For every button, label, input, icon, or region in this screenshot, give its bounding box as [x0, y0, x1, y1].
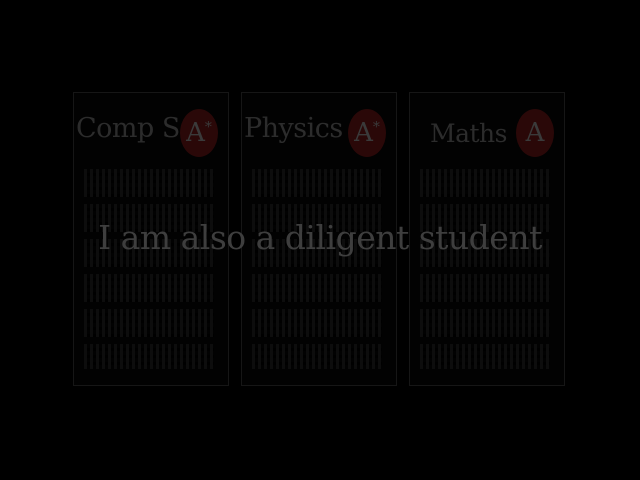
grade-suffix: *	[372, 119, 380, 136]
paragraph-gaps	[84, 169, 214, 369]
grade-text: A*	[186, 118, 212, 148]
grade-letter: A	[525, 118, 545, 148]
slide-caption: I am also a diligent student	[98, 218, 542, 257]
grade-badge: A*	[180, 109, 218, 157]
paragraph-gaps	[252, 169, 382, 369]
grade-text: A	[526, 118, 545, 148]
grade-letter: A	[186, 118, 205, 148]
grade-suffix: *	[204, 119, 212, 136]
grade-letter: A	[354, 118, 373, 148]
subject-title: Physics	[244, 113, 343, 144]
slide-stage: Comp Sci A* Physics A* Maths A I am also…	[0, 0, 640, 480]
grade-text: A*	[354, 118, 380, 148]
grade-badge: A*	[348, 109, 386, 157]
subject-title: Maths	[430, 119, 507, 148]
paragraph-gaps	[420, 169, 550, 369]
grade-badge: A	[516, 109, 554, 157]
